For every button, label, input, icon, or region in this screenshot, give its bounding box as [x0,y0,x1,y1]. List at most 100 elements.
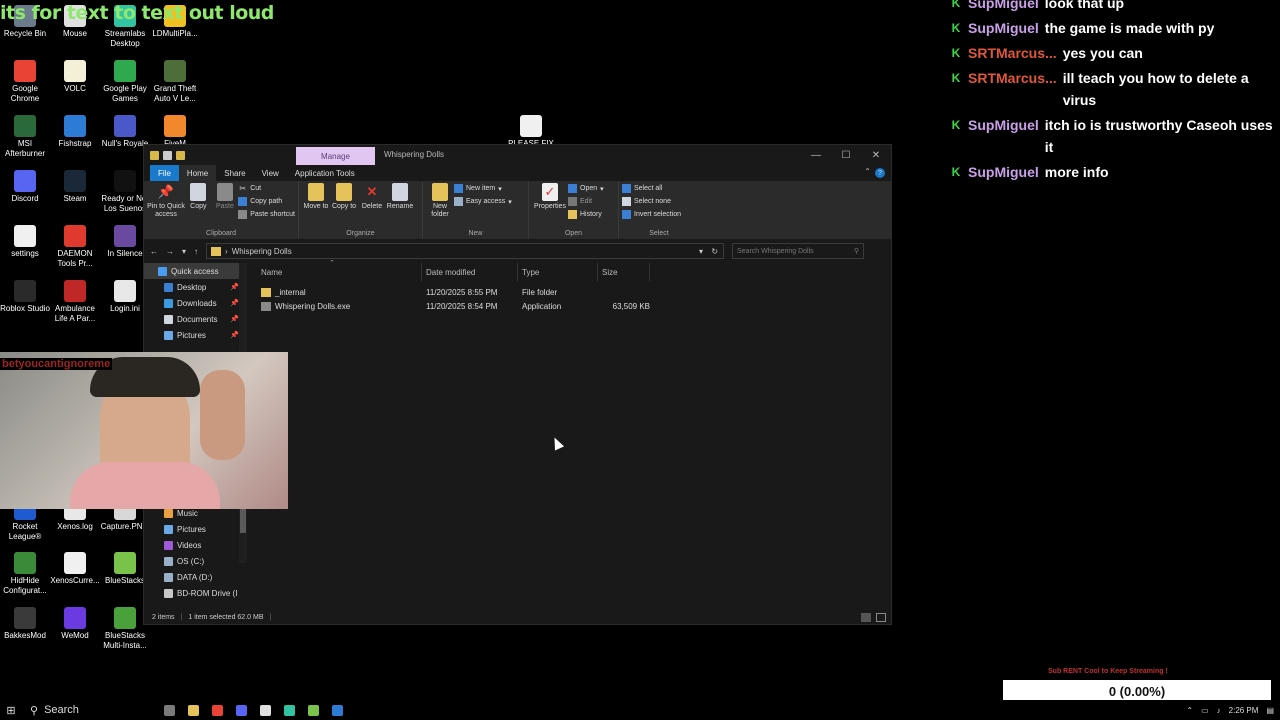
cut-button[interactable]: ✂ Cut [238,184,295,193]
nav-item[interactable]: OS (C:) [144,553,247,569]
group-label: Select [649,230,669,237]
column-type[interactable]: Type [518,263,598,281]
forward-icon[interactable]: → [166,247,174,256]
clock[interactable]: 2:26 PM [1229,706,1259,715]
desktop-icon[interactable]: Google Chrome [0,60,50,104]
new-folder-icon[interactable] [176,150,185,160]
maximize-icon[interactable]: ☐ [831,145,861,165]
nav-item[interactable]: Desktop 📌 [144,279,247,295]
manage-context-tab[interactable]: Manage [296,147,375,165]
taskbar-app[interactable] [205,700,229,720]
close-icon[interactable]: ✕ [861,145,891,165]
desktop-icon[interactable]: VOLC [50,60,100,94]
desktop-icon[interactable]: Steam [50,170,100,204]
nav-item[interactable]: Pictures 📌 [144,327,247,343]
desktop-icon[interactable]: Grand Theft Auto V Le... [150,60,200,104]
copy-path-button[interactable]: Copy path [238,197,295,206]
tray-chevron-icon[interactable]: ⌃ [1186,706,1193,715]
app-icon [187,704,199,716]
desktop-icon[interactable]: XenosCurre... [50,552,100,586]
file-row[interactable]: Whispering Dolls.exe 11/20/2025 8:54 PM Ap… [247,299,891,313]
tab-application-tools[interactable]: Application Tools [287,165,363,181]
chat-username: SupMiguel [968,164,1039,180]
group-label: Organize [346,230,375,237]
nav-item-label: Pictures [177,330,206,340]
desktop-icon[interactable]: BakkesMod [0,607,50,641]
tab-file[interactable]: File [150,165,179,181]
app-icon [64,115,86,137]
recent-locations-icon[interactable]: ▾ [182,247,186,256]
taskbar-app[interactable] [229,700,253,720]
large-icons-view-icon[interactable] [876,613,886,622]
collapse-ribbon-icon[interactable]: ⌃ [864,167,871,176]
taskbar-app[interactable] [277,700,301,720]
desktop-icon[interactable]: WeMod [50,607,100,641]
taskbar-app[interactable] [181,700,205,720]
desktop-icon[interactable]: Ambulance Life A Par... [50,280,100,324]
file-row[interactable]: _internal 11/20/2025 8:55 PM File folder [247,285,891,299]
desktop-icon[interactable]: HidHide Configurat... [0,552,50,596]
status-bar: 2 items | 1 item selected 62.0 MB | [144,611,891,624]
file-date: 11/20/2025 8:55 PM [426,287,498,297]
notification-icon[interactable]: ▤ [1266,706,1274,715]
search-box[interactable]: Search Whispering Dolls ⚲ [732,243,865,259]
desktop-icon[interactable]: Roblox Studio [0,280,50,314]
desktop-icon-label: Google Play Games [103,84,147,103]
select-none-button[interactable]: Select none [622,197,681,206]
minimize-icon[interactable]: — [801,145,831,165]
nav-item-label: BD-ROM Drive (I [177,588,238,598]
chat-text: look that up [1044,0,1125,11]
tab-home[interactable]: Home [178,165,217,181]
nav-bottom-items: Music Pictures Videos OS (C:) DATA (D:) BD-RO… [144,505,247,601]
desktop-icon[interactable]: MSI Afterburner [0,115,50,159]
app-icon [64,60,86,82]
paste-shortcut-button[interactable]: Paste shortcut [238,210,295,219]
nav-item[interactable]: Documents 📌 [144,311,247,327]
tab-view[interactable]: View [254,165,287,181]
chat-text: itch io is trustworthy Caseoh uses it [1044,117,1273,155]
desktop-icon[interactable]: DAEMON Tools Pr... [50,225,100,269]
history-button[interactable]: History [568,210,604,219]
invert-selection-button[interactable]: Invert selection [622,210,681,219]
easy-access-button[interactable]: Easy access ▾ [454,197,512,206]
desktop-icon-label: Steam [63,194,87,203]
desktop-icon[interactable]: Fishstrap [50,115,100,149]
column-size[interactable]: Size [598,263,650,281]
taskbar-app[interactable] [325,700,349,720]
chat-text: the game is made with py [1044,20,1215,36]
desktop-icon[interactable]: settings [0,225,50,259]
properties-icon[interactable] [163,150,172,160]
column-date-modified[interactable]: Date modified [422,263,518,281]
volume-icon[interactable]: ♪ [1217,706,1221,715]
taskbar-app[interactable] [301,700,325,720]
tab-share[interactable]: Share [216,165,253,181]
network-icon[interactable]: ▭ [1201,706,1209,715]
app-icon [331,704,343,716]
nav-item[interactable]: Downloads 📌 [144,295,247,311]
open-button[interactable]: Open ▾ [568,184,604,193]
details-view-icon[interactable] [861,613,871,622]
taskbar-app[interactable] [253,700,277,720]
select-all-button[interactable]: Select all [622,184,681,193]
taskbar-app[interactable] [157,700,181,720]
nav-item[interactable]: Quick access [144,263,247,279]
help-icon[interactable]: ? [875,168,885,178]
new-item-button[interactable]: New item ▾ [454,184,512,193]
address-dropdown-icon[interactable]: ▾ [699,247,703,256]
nav-folder-icon [164,508,173,518]
kick-badge-icon: K [951,71,961,85]
nav-item[interactable]: DATA (D:) [144,569,247,585]
address-bar[interactable]: › Whispering Dolls ▾ ↻ [206,243,725,259]
taskbar-search[interactable]: ⚲ Search [22,704,157,717]
nav-item[interactable]: BD-ROM Drive (I [144,585,247,601]
windows-start-icon[interactable]: ⊞ [0,704,22,717]
new-group: New folder New item ▾ Easy access ▾ New [423,181,529,239]
edit-button[interactable]: Edit [568,197,604,206]
desktop-icon[interactable]: Google Play Games [100,60,150,104]
nav-item[interactable]: Pictures [144,521,247,537]
refresh-icon[interactable]: ↻ [711,247,718,256]
up-icon[interactable]: ↑ [194,247,198,256]
back-icon[interactable]: ← [150,247,158,256]
desktop-icon[interactable]: Discord [0,170,50,204]
nav-item[interactable]: Videos [144,537,247,553]
